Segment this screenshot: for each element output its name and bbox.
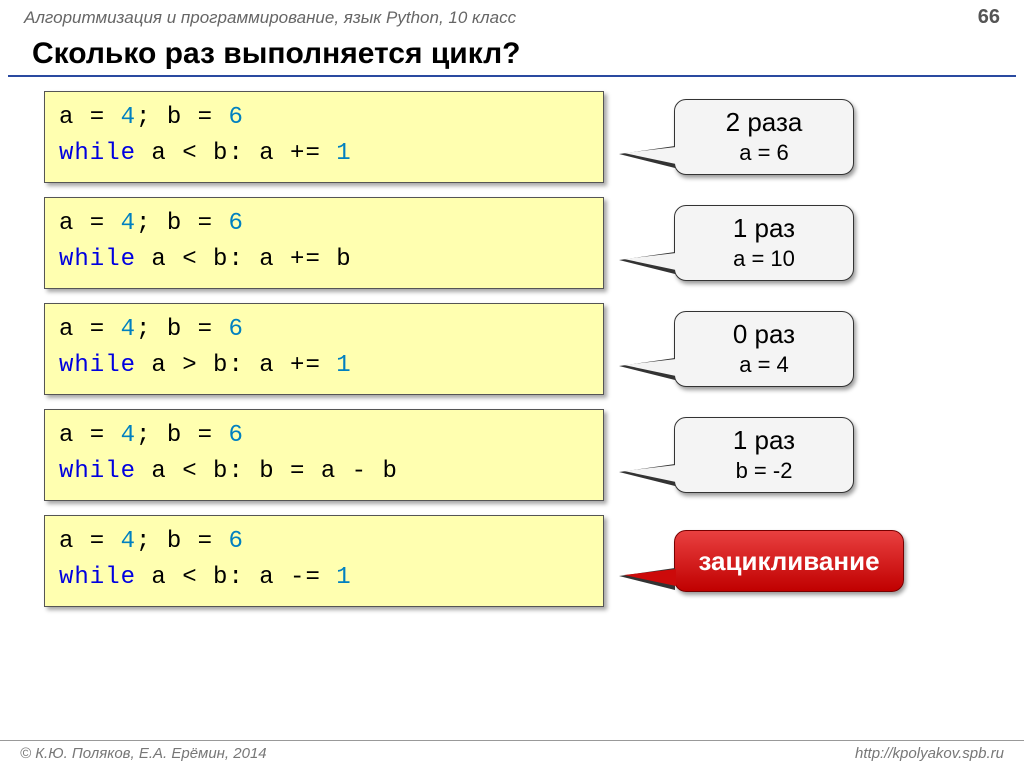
code-text: ; b = <box>136 104 228 131</box>
answer-result: b = -2 <box>697 457 831 485</box>
answer-result: a = 10 <box>697 245 831 273</box>
code-text: : <box>228 352 259 379</box>
code-text: a = <box>59 422 121 449</box>
code-text: ; b = <box>136 210 228 237</box>
copyright-text: © К.Ю. Поляков, Е.А. Ерёмин, 2014 <box>20 745 267 762</box>
code-box: a = 4; b = 6 while a < b: b = a - b <box>44 409 604 501</box>
answer-count: 0 раз <box>697 318 831 351</box>
number-literal: 1 <box>336 352 351 379</box>
code-text: : <box>228 458 259 485</box>
code-text: a > b <box>151 352 228 379</box>
number-literal: 6 <box>228 104 243 131</box>
number-literal: 6 <box>228 528 243 555</box>
keyword-while: while <box>59 140 151 167</box>
example-row: a = 4; b = 6 while a < b: a += 1 2 раза … <box>44 91 980 183</box>
number-literal: 4 <box>121 104 136 131</box>
answer-result: a = 6 <box>697 139 831 167</box>
code-text: a += <box>259 140 336 167</box>
answer-callout: 1 раз b = -2 <box>674 417 854 493</box>
number-literal: 1 <box>336 140 351 167</box>
example-row: a = 4; b = 6 while a < b: a -= 1 зацикли… <box>44 515 980 607</box>
number-literal: 4 <box>121 210 136 237</box>
code-box: a = 4; b = 6 while a < b: a += b <box>44 197 604 289</box>
code-text: a = <box>59 316 121 343</box>
keyword-while: while <box>59 352 151 379</box>
examples-list: a = 4; b = 6 while a < b: a += 1 2 раза … <box>0 91 1024 607</box>
code-text: a < b <box>151 140 228 167</box>
code-box: a = 4; b = 6 while a < b: a += 1 <box>44 91 604 183</box>
example-row: a = 4; b = 6 while a < b: a += b 1 раз a… <box>44 197 980 289</box>
code-box: a = 4; b = 6 while a > b: a += 1 <box>44 303 604 395</box>
code-text: ; b = <box>136 422 228 449</box>
slide-title: Сколько раз выполняется цикл? <box>8 31 1016 77</box>
number-literal: 6 <box>228 210 243 237</box>
code-text: a < b <box>151 458 228 485</box>
code-text: : <box>228 564 259 591</box>
code-text: a += <box>259 352 336 379</box>
number-literal: 6 <box>228 316 243 343</box>
slide-header: Алгоритмизация и программирование, язык … <box>0 0 1024 31</box>
answer-callout: 0 раз a = 4 <box>674 311 854 387</box>
code-text: : <box>228 246 259 273</box>
keyword-while: while <box>59 458 151 485</box>
code-text: ; b = <box>136 316 228 343</box>
code-text: a += b <box>259 246 351 273</box>
page-number: 66 <box>978 6 1000 29</box>
subject-text: Алгоритмизация и программирование, язык … <box>24 8 516 28</box>
answer-callout-warning: зацикливание <box>674 530 904 593</box>
answer-callout: 2 раза a = 6 <box>674 99 854 175</box>
code-text: ; b = <box>136 528 228 555</box>
code-text: a -= <box>259 564 336 591</box>
answer-count: 1 раз <box>697 424 831 457</box>
number-literal: 1 <box>336 564 351 591</box>
code-text: a < b <box>151 564 228 591</box>
code-text: a = <box>59 210 121 237</box>
number-literal: 6 <box>228 422 243 449</box>
source-url-text: http://kpolyakov.spb.ru <box>855 745 1004 762</box>
answer-warning-text: зацикливание <box>697 545 881 578</box>
answer-count: 1 раз <box>697 212 831 245</box>
keyword-while: while <box>59 246 151 273</box>
example-row: a = 4; b = 6 while a < b: b = a - b 1 ра… <box>44 409 980 501</box>
code-text: : <box>228 140 259 167</box>
number-literal: 4 <box>121 316 136 343</box>
code-text: a < b <box>151 246 228 273</box>
code-text: b = a - b <box>259 458 398 485</box>
slide-footer: © К.Ю. Поляков, Е.А. Ерёмин, 2014 http:/… <box>0 740 1024 768</box>
keyword-while: while <box>59 564 151 591</box>
answer-count: 2 раза <box>697 106 831 139</box>
code-text: a = <box>59 104 121 131</box>
code-box: a = 4; b = 6 while a < b: a -= 1 <box>44 515 604 607</box>
code-text: a = <box>59 528 121 555</box>
number-literal: 4 <box>121 528 136 555</box>
answer-callout: 1 раз a = 10 <box>674 205 854 281</box>
number-literal: 4 <box>121 422 136 449</box>
example-row: a = 4; b = 6 while a > b: a += 1 0 раз a… <box>44 303 980 395</box>
answer-result: a = 4 <box>697 351 831 379</box>
